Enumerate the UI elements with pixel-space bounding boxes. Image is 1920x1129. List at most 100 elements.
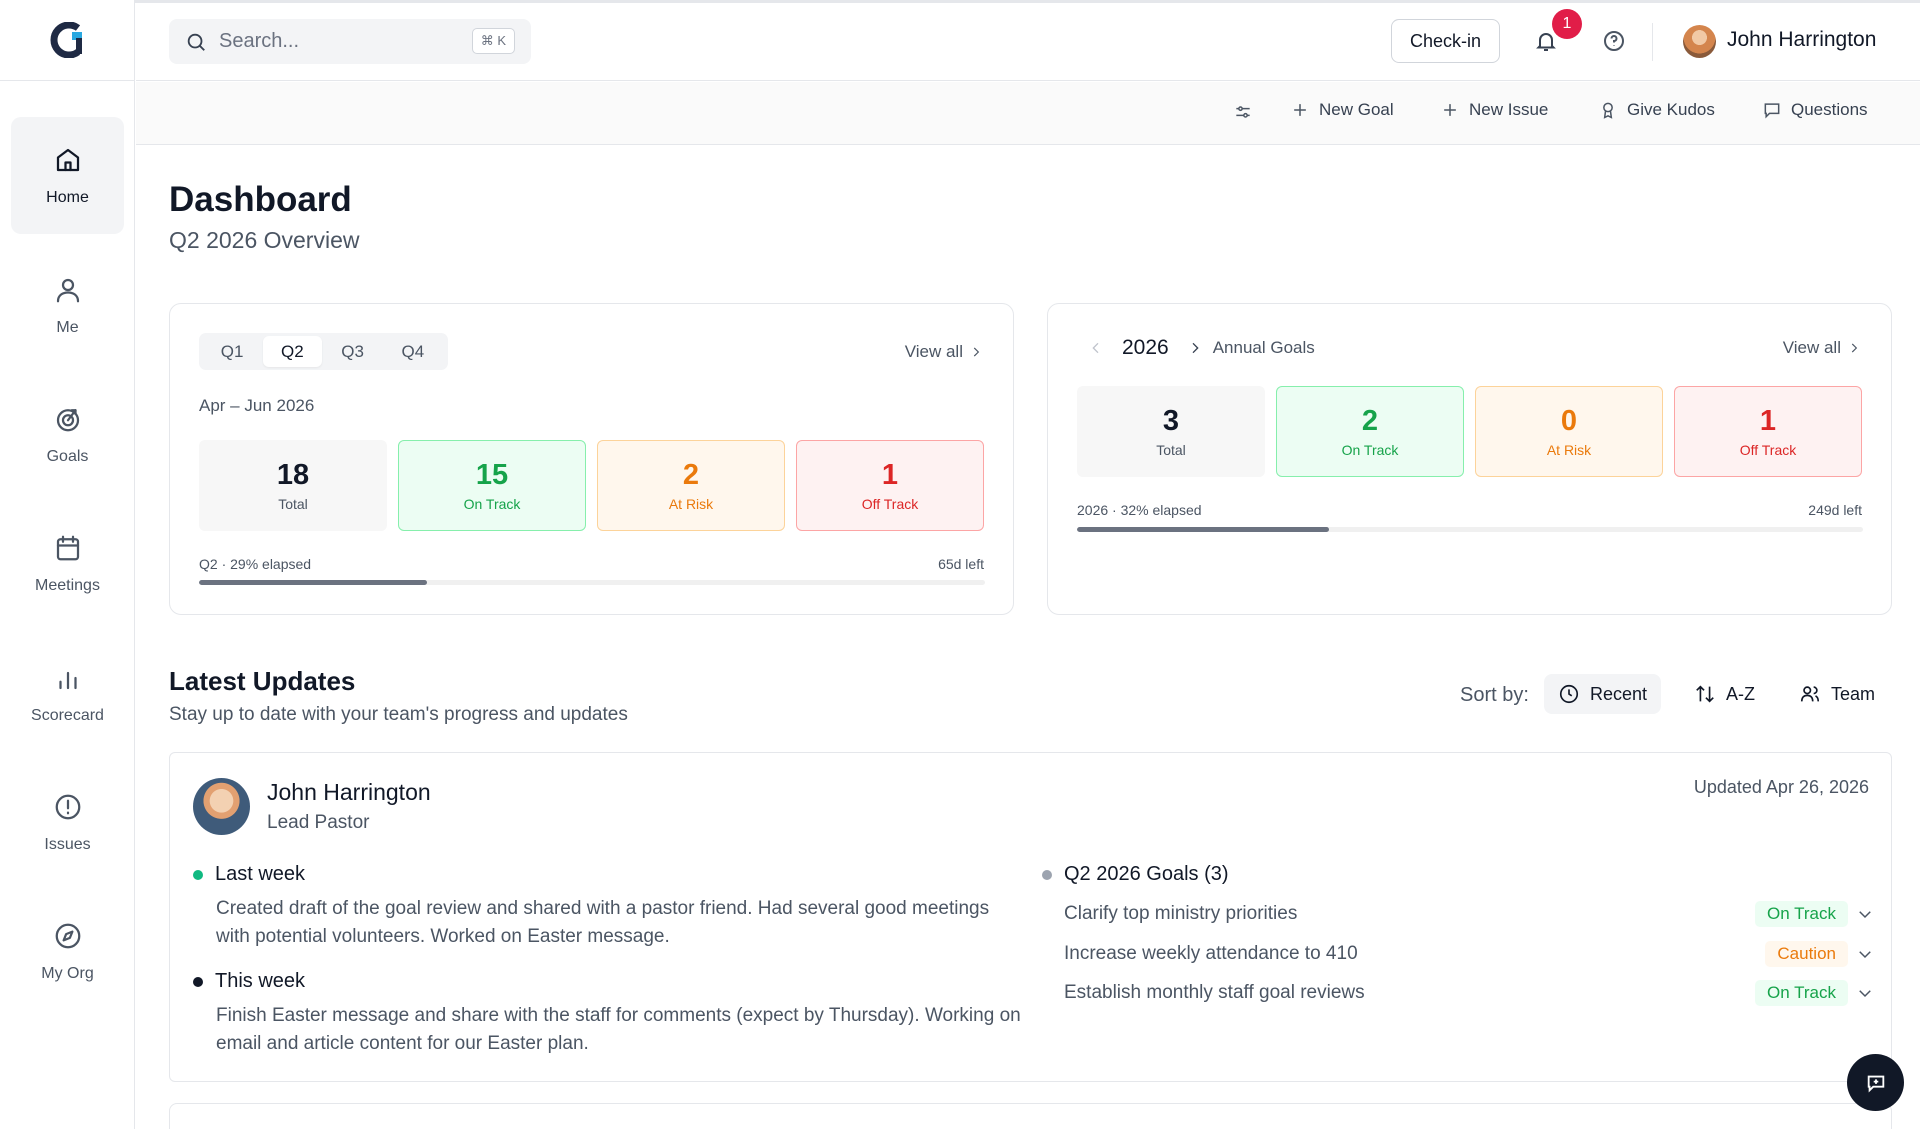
chevron-right-icon[interactable] [1187,340,1203,356]
sidebar-item-label: My Org [41,964,94,982]
stat-value: 3 [1162,405,1180,437]
tab-q1[interactable]: Q1 [203,336,261,367]
tab-q2[interactable]: Q2 [263,336,322,367]
questions-button[interactable]: Questions [1762,100,1868,120]
quarter-date-range: Apr – Jun 2026 [199,396,315,415]
progress-fill [1077,527,1329,532]
progress-label: Q2 · 29% elapsed [199,556,312,572]
sort-recent-button[interactable]: Recent [1544,674,1662,714]
last-week-text: Created draft of the goal review and sha… [216,898,990,947]
sidebar-item-scorecard[interactable]: Scorecard [11,635,124,752]
chevron-down-icon[interactable] [1856,945,1874,963]
new-goal-label: New Goal [1319,100,1394,119]
stat-label: At Risk [1546,442,1592,458]
stat-on-track[interactable]: 15 On Track [398,440,586,531]
chevron-right-icon [973,347,980,357]
sidebar: Home Me Goals Meetings Scorecard Issues [0,0,135,1129]
header-divider [1652,23,1653,61]
heading-text: This week [215,970,306,992]
chevron-left-icon[interactable] [1088,340,1104,356]
stat-at-risk[interactable]: 0 At Risk [1475,386,1663,477]
annual-view-all-link[interactable]: View all [1783,338,1861,358]
sidebar-item-label: Scorecard [31,706,104,724]
quarter-view-all-link[interactable]: View all [905,342,983,362]
plus-icon [1444,104,1456,116]
stat-value: 0 [1560,405,1578,437]
stat-total[interactable]: 3 Total [1077,386,1265,477]
sort-option-label: A-Z [1726,683,1755,704]
chevron-down-icon[interactable] [1856,905,1874,923]
update-timestamp: Updated Apr 26, 2026 [1693,777,1869,797]
year-label: 2026 [1122,336,1169,359]
sidebar-item-my-org[interactable]: My Org [11,893,124,1010]
stat-at-risk[interactable]: 2 At Risk [597,440,785,531]
sidebar-item-goals[interactable]: Goals [11,376,124,493]
sidebar-item-issues[interactable]: Issues [11,764,124,881]
stat-label: Total [278,496,308,512]
chevron-down-icon[interactable] [1856,984,1874,1002]
page-title: Dashboard [169,180,352,219]
stat-label: Total [1156,442,1186,458]
days-left: 249d left [1808,502,1862,518]
sort-label: Sort by: [1460,684,1529,706]
sidebar-item-label: Me [56,318,79,336]
tab-q3[interactable]: Q3 [324,336,382,367]
sidebar-item-home[interactable]: Home [11,117,124,234]
view-all-label: View all [904,342,963,361]
brand-logo-icon [50,22,82,58]
tab-q4[interactable]: Q4 [384,336,442,367]
stat-total[interactable]: 18 Total [199,440,387,531]
avatar[interactable] [1683,25,1716,58]
new-issue-button[interactable]: New Issue [1440,100,1548,120]
checkin-button[interactable]: Check-in [1391,19,1500,63]
user-name[interactable]: John Harrington [1727,28,1876,52]
this-week-text: Finish Easter message and share with the… [216,1005,1021,1054]
chat-button[interactable] [1847,1054,1904,1111]
sidebar-item-label: Goals [46,447,89,465]
sort-arrows-icon [1696,685,1714,703]
stat-value: 18 [276,459,310,491]
search-placeholder: Search... [219,30,300,52]
alert-circle-icon [53,792,83,822]
sort-team-button[interactable]: Team [1785,674,1889,714]
progress-fill [199,580,427,585]
goal-title: Establish monthly staff goal reviews [1064,982,1365,1003]
stat-off-track[interactable]: 1 Off Track [796,440,984,531]
users-icon [1800,686,1820,702]
home-icon [53,145,83,175]
goal-row[interactable]: Establish monthly staff goal reviews On … [1064,975,1874,1011]
help-icon[interactable] [1602,29,1628,55]
stat-label: On Track [463,496,521,512]
stat-off-track[interactable]: 1 Off Track [1674,386,1862,477]
stat-value: 2 [682,459,700,491]
sidebar-item-me[interactable]: Me [11,247,124,364]
stat-value: 2 [1361,405,1379,437]
calendar-icon [53,533,83,563]
stat-on-track[interactable]: 2 On Track [1276,386,1464,477]
avatar[interactable] [193,778,250,835]
annual-goals-card: 2026 Annual Goals View all 3 Total 2 On … [1047,303,1892,615]
year-navigator: 2026 Annual Goals [1088,336,1315,360]
give-kudos-button[interactable]: Give Kudos [1598,100,1715,120]
sort-az-button[interactable]: A-Z [1680,674,1769,714]
section-subtitle: Stay up to date with your team's progres… [169,704,628,725]
stat-label: On Track [1341,442,1399,458]
message-plus-icon [1867,1075,1884,1093]
logo[interactable] [0,0,135,81]
sidebar-item-label: Meetings [35,576,100,594]
message-square-icon [1764,103,1780,119]
status-dot [1042,869,1052,880]
sidebar-item-meetings[interactable]: Meetings [11,505,124,622]
target-icon [53,404,83,434]
sidebar-item-label: Home [46,188,89,206]
give-kudos-label: Give Kudos [1627,100,1715,119]
new-goal-button[interactable]: New Goal [1290,100,1394,120]
update-author-name[interactable]: John Harrington [267,779,431,806]
filter-settings-button[interactable] [1233,102,1262,122]
bar-chart-icon [53,663,83,693]
goal-row[interactable]: Clarify top ministry priorities On Track [1064,896,1874,932]
goal-row[interactable]: Increase weekly attendance to 410 Cautio… [1064,936,1874,972]
search-input[interactable]: Search... ⌘ K [169,19,531,64]
user-icon [53,275,83,305]
progress-label: 2026 · 32% elapsed [1077,502,1202,518]
